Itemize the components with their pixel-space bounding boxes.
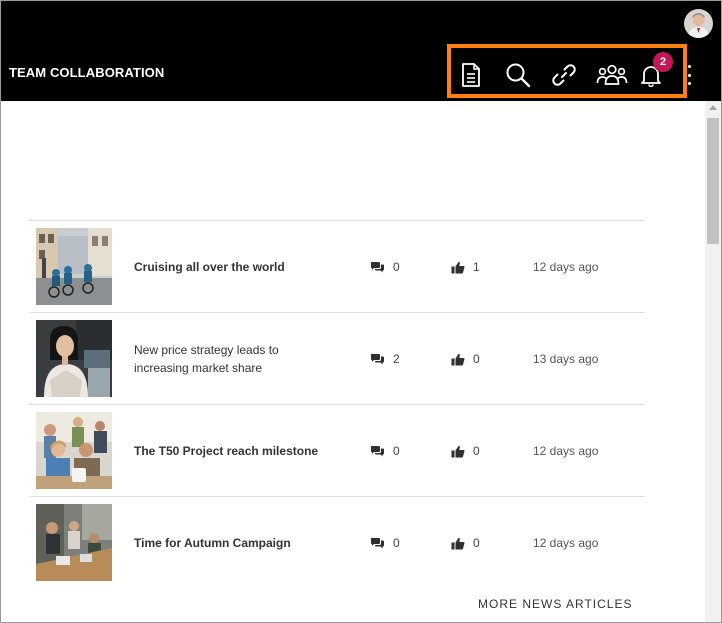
like-count-value: 0 [473,536,480,550]
comments-icon [371,354,384,365]
search-icon[interactable] [502,59,534,91]
comments-icon [371,446,384,457]
like-count-value: 0 [473,444,480,458]
news-item[interactable]: Time for Autumn Campaign 0 0 12 days ago [29,496,645,588]
scroll-up-arrow[interactable] [709,105,717,110]
news-date: 12 days ago [533,260,599,274]
comments-icon [371,538,384,549]
news-thumbnail[interactable] [36,228,112,305]
more-news-link[interactable]: MORE NEWS ARTICLES [478,597,632,611]
thumbs-up-icon [451,261,465,273]
like-count-value: 0 [473,352,480,366]
team-icon[interactable] [595,59,629,91]
thumbs-up-icon [451,445,465,457]
comment-count[interactable]: 0 [370,405,400,497]
like-count[interactable]: 0 [451,405,480,497]
news-date: 12 days ago [533,536,599,550]
comment-count[interactable]: 2 [370,313,400,405]
link-icon[interactable] [548,59,580,91]
thumbs-up-icon [451,537,465,549]
news-title[interactable]: The T50 Project reach milestone [134,405,334,497]
app-window: TEAM COLLABORATION 2 Cruising all over t… [0,0,722,623]
comments-icon [371,262,384,273]
comment-count-value: 2 [393,352,400,366]
top-header: TEAM COLLABORATION 2 [1,1,721,101]
thumbs-up-icon [451,353,465,365]
notification-badge: 2 [653,52,673,72]
document-icon[interactable] [455,59,487,91]
news-item[interactable]: The T50 Project reach milestone 0 0 12 d… [29,404,645,496]
news-thumbnail[interactable] [36,504,112,581]
news-title[interactable]: Cruising all over the world [134,221,334,313]
scroll-thumb[interactable] [707,118,719,244]
news-list: Cruising all over the world 0 1 12 days … [29,220,645,588]
comment-count-value: 0 [393,536,400,550]
scrollbar[interactable] [705,101,721,622]
comment-count-value: 0 [393,260,400,274]
comment-count[interactable]: 0 [370,497,400,589]
avatar[interactable] [684,9,713,38]
comment-count[interactable]: 0 [370,221,400,313]
news-date: 13 days ago [533,352,599,366]
more-options-icon[interactable] [684,65,694,85]
like-count[interactable]: 0 [451,497,480,589]
like-count[interactable]: 0 [451,313,480,405]
news-title[interactable]: Time for Autumn Campaign [134,497,334,589]
news-item[interactable]: Cruising all over the world 0 1 12 days … [29,220,645,312]
news-title[interactable]: New price strategy leads to increasing m… [134,313,334,405]
like-count-value: 1 [473,260,480,274]
like-count[interactable]: 1 [451,221,480,313]
comment-count-value: 0 [393,444,400,458]
news-thumbnail[interactable] [36,320,112,397]
news-date: 12 days ago [533,444,599,458]
news-thumbnail[interactable] [36,412,112,489]
app-title: TEAM COLLABORATION [9,65,165,80]
news-item[interactable]: New price strategy leads to increasing m… [29,312,645,404]
